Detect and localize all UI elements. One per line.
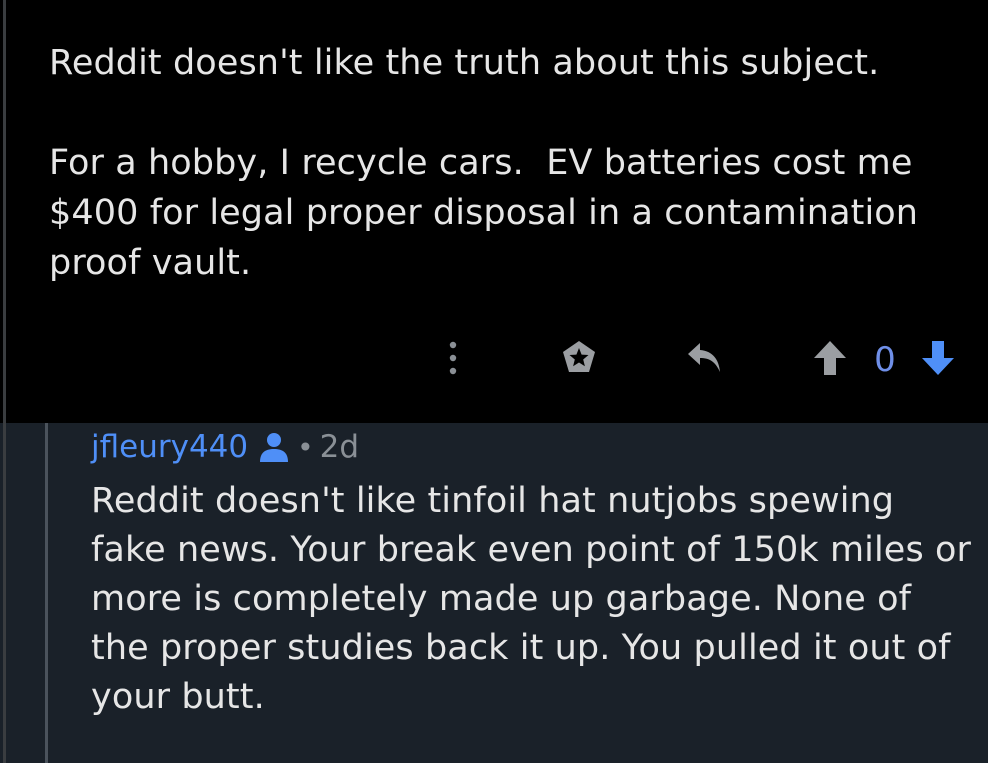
award-button[interactable]	[557, 335, 601, 385]
reply-thread-line[interactable]	[45, 423, 48, 763]
vote-score: 0	[874, 340, 896, 380]
upvote-button[interactable]	[810, 335, 850, 385]
downvote-button[interactable]	[918, 335, 958, 385]
comment-thread: Reddit doesn't like the truth about this…	[0, 0, 988, 763]
outer-thread-line[interactable]	[3, 423, 6, 763]
comment-age: 2d	[319, 429, 360, 465]
parent-comment-paragraph-2: For a hobby, I recycle cars. EV batterie…	[49, 143, 930, 283]
reply-comment-text: Reddit doesn't like tinfoil hat nutjobs …	[91, 481, 972, 717]
user-icon	[257, 430, 291, 464]
downvote-arrow-icon	[920, 339, 956, 381]
username-link[interactable]: jfleury440	[91, 429, 248, 465]
comment-meta: jfleury440 • 2d	[91, 427, 359, 467]
meta-separator: •	[297, 430, 314, 464]
parent-comment: Reddit doesn't like the truth about this…	[0, 0, 988, 423]
comment-action-bar: 0	[0, 335, 988, 385]
upvote-arrow-icon	[812, 339, 848, 381]
parent-comment-body: Reddit doesn't like the truth about this…	[49, 38, 974, 288]
reply-comment: jfleury440 • 2d Reddit doesn't like tinf…	[0, 423, 988, 763]
more-vertical-icon	[448, 340, 458, 380]
more-options-button[interactable]	[438, 335, 468, 385]
reply-button[interactable]	[683, 335, 727, 385]
reply-arrow-icon	[685, 340, 725, 380]
award-star-icon	[559, 338, 599, 382]
reply-comment-body: Reddit doesn't like tinfoil hat nutjobs …	[91, 477, 979, 722]
parent-comment-paragraph-1: Reddit doesn't like the truth about this…	[49, 43, 880, 83]
